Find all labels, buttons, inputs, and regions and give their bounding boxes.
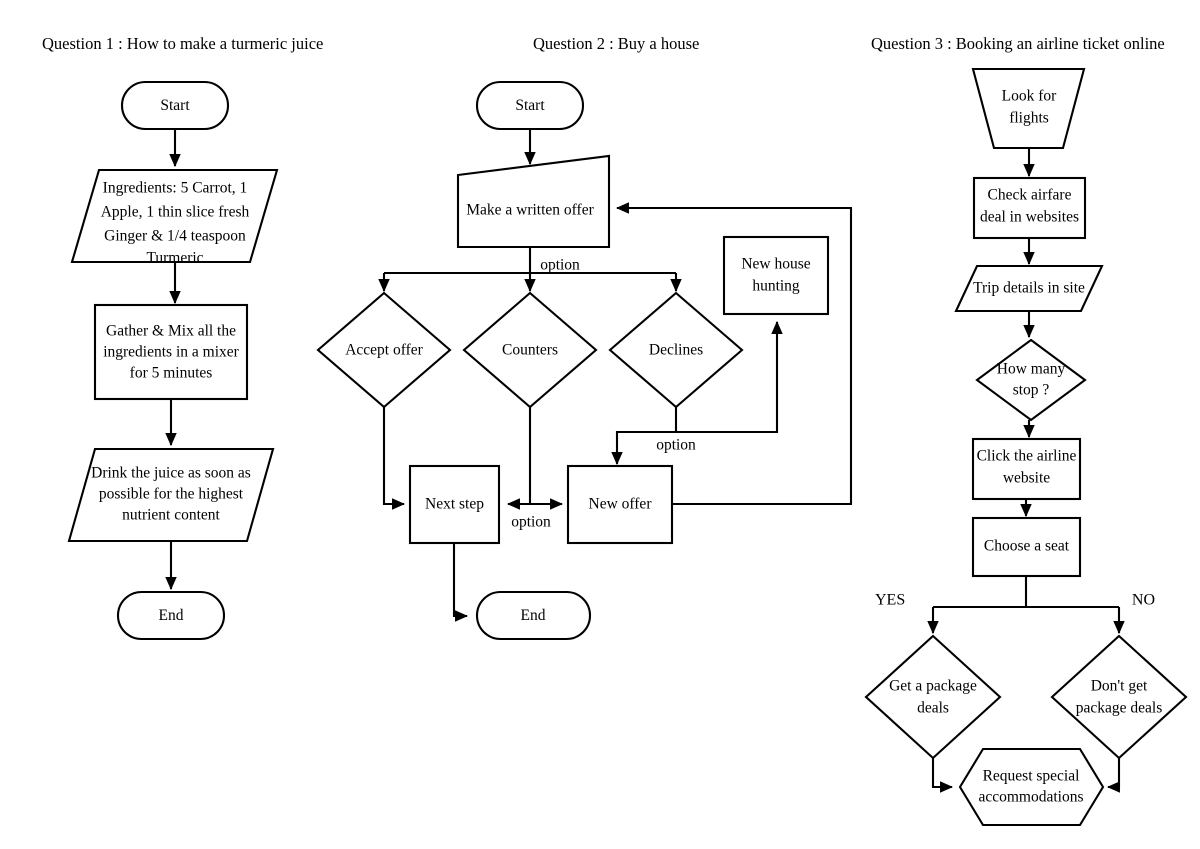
node-q1-end-label: End (159, 607, 184, 624)
node-q1-drink-line-1: Drink the juice as soon as (91, 465, 251, 482)
flowchart-svg: Question 1 : How to make a turmeric juic… (42, 34, 1188, 827)
node-q2-end-label: End (521, 607, 546, 624)
node-q3-dont-get-package-deals-line-2: package deals (1076, 700, 1163, 717)
node-q2-new-offer-label: New offer (589, 496, 653, 513)
column-title-question-2: Question 2 : Buy a house (533, 34, 699, 53)
node-q2-declines-label: Declines (649, 342, 703, 359)
node-q1-ingredients-line-3: Ginger & 1/4 teaspoon (104, 228, 246, 245)
edge-label-q2-option-top: option (540, 257, 580, 274)
edge-label-q2-option-declines: option (656, 437, 696, 454)
node-q2-new-house-hunting-line-1: New house (741, 256, 810, 273)
node-q2-start-label: Start (515, 97, 545, 114)
node-q1-mix: Gather & Mix all the ingredients in a mi… (93, 303, 249, 401)
node-q3-get-package-deals-line-1: Get a package (889, 678, 977, 695)
flowchart-canvas: Question 1 : How to make a turmeric juic… (0, 0, 1200, 849)
node-q1-start: Start (120, 80, 230, 131)
node-q2-accept-offer: Accept offer (316, 291, 452, 409)
node-q1-mix-line-3: for 5 minutes (130, 365, 213, 382)
edge-q2-declines-to-new-offer (611, 407, 678, 466)
node-q2-new-house-hunting: New house hunting (722, 235, 830, 316)
node-q1-ingredients: Ingredients: 5 Carrot, 1 Apple, 1 thin s… (70, 168, 279, 267)
node-q2-counters: Counters (462, 291, 598, 409)
node-q1-drink-line-2: possible for the highest (99, 486, 244, 503)
node-q3-look-for-flights: Look for flights (971, 67, 1086, 150)
edge-q3-get-package-to-request (931, 758, 954, 793)
node-q3-request-special: Request special accommodations (958, 747, 1105, 827)
node-q1-ingredients-line-2: Apple, 1 thin slice fresh (101, 204, 250, 221)
node-q2-new-offer: New offer (566, 464, 674, 545)
node-q3-look-for-flights-line-1: Look for (1002, 88, 1058, 105)
node-q3-request-special-line-2: accommodations (978, 789, 1083, 806)
branch-label-q3-yes: YES (875, 592, 905, 609)
node-q3-how-many-stop-line-2: stop ? (1013, 382, 1050, 399)
column-title-question-3: Question 3 : Booking an airline ticket o… (871, 34, 1165, 53)
node-q3-get-package-deals: Get a package deals (864, 634, 1002, 760)
node-q2-written-offer: Make a written offer (456, 154, 611, 249)
node-q3-dont-get-package-deals: Don't get package deals (1050, 634, 1188, 760)
node-q1-start-label: Start (160, 97, 190, 114)
node-q3-trip-details: Trip details in site (954, 264, 1104, 313)
node-q3-check-airfare: Check airfare deal in websites (972, 176, 1087, 240)
edge-q2-accept-to-next-step (382, 407, 406, 510)
node-q3-how-many-stop: How many stop ? (975, 338, 1087, 422)
node-q3-check-airfare-line-2: deal in websites (980, 209, 1079, 226)
column-title-question-1: Question 1 : How to make a turmeric juic… (42, 34, 323, 53)
node-q1-drink-line-3: nutrient content (122, 507, 220, 524)
edge-q2-next-step-to-end (452, 543, 469, 622)
node-q3-get-package-deals-line-2: deals (917, 700, 949, 717)
node-q2-next-step-label: Next step (425, 496, 484, 513)
node-q3-choose-seat-label: Choose a seat (984, 538, 1070, 555)
branch-label-q3-no: NO (1132, 592, 1155, 609)
node-q1-mix-line-2: ingredients in a mixer (103, 344, 239, 361)
edge-label-q2-option-counters: option (511, 514, 551, 531)
node-q3-trip-details-label: Trip details in site (973, 280, 1085, 297)
node-q3-click-airline-line-2: website (1003, 470, 1050, 487)
node-q2-accept-offer-label: Accept offer (345, 342, 423, 359)
node-q3-choose-seat: Choose a seat (971, 516, 1082, 578)
node-q3-check-airfare-line-1: Check airfare (988, 187, 1072, 204)
node-q1-drink: Drink the juice as soon as possible for … (67, 447, 275, 543)
edge-q3-dont-get-package-to-request (1106, 758, 1121, 793)
node-q1-ingredients-line-1: Ingredients: 5 Carrot, 1 (103, 180, 248, 197)
node-q3-dont-get-package-deals-line-1: Don't get (1091, 678, 1148, 695)
node-q2-written-offer-label: Make a written offer (466, 202, 594, 219)
node-q2-end: End (475, 590, 592, 641)
node-q2-counters-label: Counters (502, 342, 558, 359)
node-q2-start: Start (475, 80, 585, 131)
node-q2-declines: Declines (608, 291, 744, 409)
node-q3-click-airline-line-1: Click the airline (977, 448, 1077, 465)
node-q1-end: End (116, 590, 226, 641)
node-q3-look-for-flights-line-2: flights (1009, 110, 1049, 127)
node-q3-how-many-stop-line-1: How many (997, 361, 1066, 378)
node-q3-request-special-line-1: Request special (983, 768, 1080, 785)
node-q3-click-airline: Click the airline website (971, 437, 1082, 501)
node-q1-mix-line-1: Gather & Mix all the (106, 323, 236, 340)
node-q2-new-house-hunting-line-2: hunting (752, 278, 800, 295)
node-q2-next-step: Next step (408, 464, 501, 545)
